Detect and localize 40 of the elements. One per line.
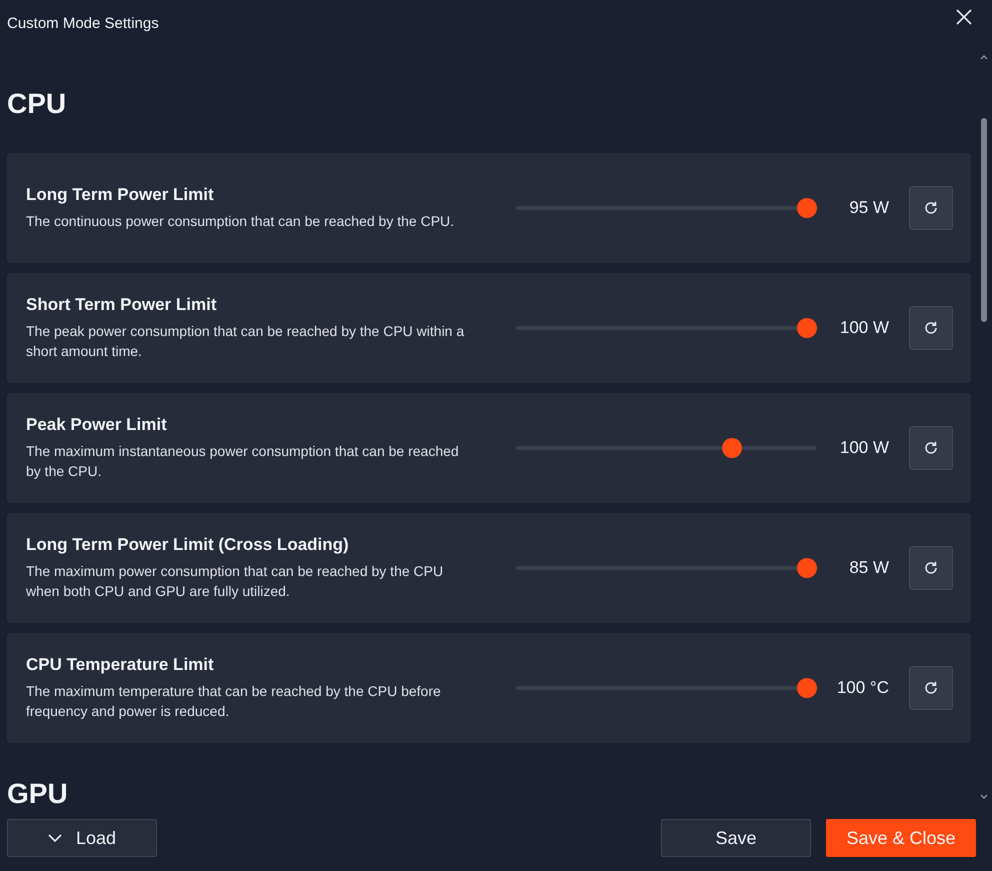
reset-button[interactable] (909, 546, 953, 590)
setting-value: 95 W (848, 198, 889, 218)
setting-description: The maximum temperature that can be reached by the CPU before frequency and power is reduced. (26, 682, 442, 721)
setting-description: The continuous power consumption that can be reached by the CPU. (26, 212, 456, 231)
setting-title: Long Term Power Limit (Cross Loading) (26, 535, 350, 555)
slider-thumb[interactable] (797, 198, 817, 218)
section-heading: CPU (7, 87, 68, 121)
setting-description: The maximum power consumption that can be reached by the CPU when both CPU and GPU are fully utilized. (26, 562, 444, 601)
slider-thumb[interactable] (797, 318, 817, 338)
reset-icon (923, 320, 939, 336)
close-icon[interactable] (956, 9, 972, 25)
scroll-up-icon[interactable] (980, 54, 988, 60)
setting-description: The peak power consumption that can be reached by the CPU within a short amount time. (26, 322, 466, 361)
scroll-down-icon[interactable] (980, 794, 988, 800)
reset-button[interactable] (909, 666, 953, 710)
section-heading: GPU (7, 777, 69, 811)
setting-value: 100 W (838, 438, 889, 458)
reset-icon (923, 200, 939, 216)
setting-value: 100 W (838, 318, 889, 338)
setting-value: 85 W (848, 558, 889, 578)
load-button[interactable]: Load (7, 819, 157, 857)
slider-thumb[interactable] (797, 558, 817, 578)
reset-icon (923, 440, 939, 456)
setting-title: Long Term Power Limit (26, 185, 215, 205)
setting-value: 100 °C (836, 678, 889, 698)
slider-thumb[interactable] (797, 678, 817, 698)
footer-button[interactable]: Save (661, 819, 811, 857)
reset-button[interactable] (909, 306, 953, 350)
window-title: Custom Mode Settings (7, 14, 159, 32)
setting-description: The maximum instantaneous power consumption that can be reached by the CPU. (26, 442, 460, 481)
setting-title: CPU Temperature Limit (26, 655, 215, 675)
slider-thumb[interactable] (722, 438, 742, 458)
reset-button[interactable] (909, 426, 953, 470)
setting-title: Peak Power Limit (26, 415, 168, 435)
reset-icon (923, 560, 939, 576)
scrollbar-thumb[interactable] (981, 118, 987, 322)
chevron-down-icon (48, 834, 62, 842)
setting-title: Short Term Power Limit (26, 295, 218, 315)
reset-icon (923, 680, 939, 696)
reset-button[interactable] (909, 186, 953, 230)
